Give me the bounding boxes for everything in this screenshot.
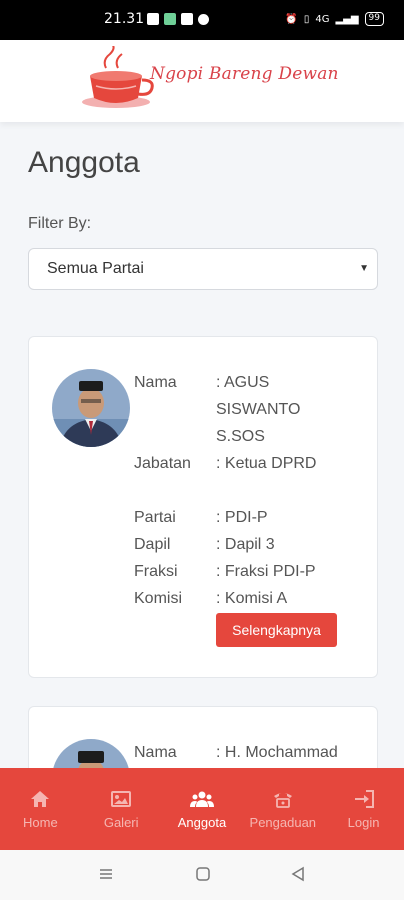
nav-galeri[interactable]: Galeri — [81, 768, 162, 850]
status-time: 21.31 — [104, 11, 145, 27]
users-icon — [189, 791, 214, 807]
login-icon — [354, 790, 374, 808]
notification-icons — [147, 13, 209, 25]
nav-galeri-label: Galeri — [103, 815, 139, 830]
filter-label: Filter By: — [28, 215, 92, 232]
district-key: Dapil — [134, 536, 171, 553]
caret-down-icon: ▼ — [359, 263, 369, 274]
home-icon — [31, 791, 50, 807]
page-title: Anggota — [28, 146, 140, 179]
recents-icon[interactable] — [98, 866, 114, 882]
system-icons: ⏰ ▯ 4G ▂▄▆ 99 — [285, 12, 384, 26]
nav-anggota[interactable]: Anggota — [162, 768, 243, 850]
nav-pengaduan-label: Pengaduan — [249, 815, 317, 830]
member-card: Nama : AGUS SISWANTO S.SOS Jabatan : Ket… — [28, 336, 378, 678]
position-key: Jabatan — [134, 455, 191, 472]
nav-home-label: Home — [23, 815, 58, 830]
name-key: Nama — [134, 744, 177, 761]
party-filter-select[interactable]: Semua Partai ▼ — [28, 248, 378, 290]
bottom-nav: Home Galeri Anggota Pengaduan Login — [0, 768, 404, 850]
member-avatar[interactable] — [52, 369, 130, 447]
faction-value: : Fraksi PDI-P — [216, 563, 316, 580]
signal-icon: ▂▄▆ — [335, 13, 359, 25]
name-value: : AGUS SISWANTO S.SOS — [216, 374, 301, 445]
network-label: 4G — [315, 13, 330, 25]
commission-key: Komisi — [134, 590, 183, 607]
commission-value: : Komisi A — [216, 590, 288, 607]
logo-text: Ngopi Bareng Dewan — [150, 64, 339, 84]
youtube-icon — [147, 13, 159, 25]
nav-login-label: Login — [347, 815, 380, 830]
phone-icon — [273, 793, 292, 808]
party-key: Partai — [134, 509, 176, 526]
image-icon — [111, 791, 132, 807]
vibrate-icon: ▯ — [303, 13, 310, 25]
app-header: Ngopi Bareng Dewan — [0, 40, 404, 122]
position-value: : Ketua DPRD — [216, 455, 317, 472]
system-nav-bar — [0, 850, 404, 900]
status-bar: 21.31 ⏰ ▯ 4G ▂▄▆ 99 — [0, 0, 404, 40]
home-button-icon[interactable] — [195, 866, 211, 882]
faction-key: Fraksi — [134, 563, 178, 580]
party-value: : PDI-P — [216, 509, 268, 526]
details-button[interactable]: Selengkapnya — [216, 613, 337, 647]
name-key: Nama — [134, 374, 177, 391]
nav-pengaduan[interactable]: Pengaduan — [242, 768, 323, 850]
name-value: : H. Mochammad — [216, 744, 338, 761]
nav-home[interactable]: Home — [0, 768, 81, 850]
nav-login[interactable]: Login — [323, 768, 404, 850]
back-icon[interactable] — [290, 866, 306, 882]
alarm-icon: ⏰ — [285, 13, 298, 25]
app-icon — [164, 13, 176, 25]
camera-icon — [181, 13, 193, 25]
filter-selected-value: Semua Partai — [47, 260, 144, 277]
battery-icon: 99 — [364, 12, 384, 26]
nav-anggota-label: Anggota — [177, 815, 227, 830]
district-value: : Dapil 3 — [216, 536, 275, 553]
settings-icon — [198, 13, 209, 25]
